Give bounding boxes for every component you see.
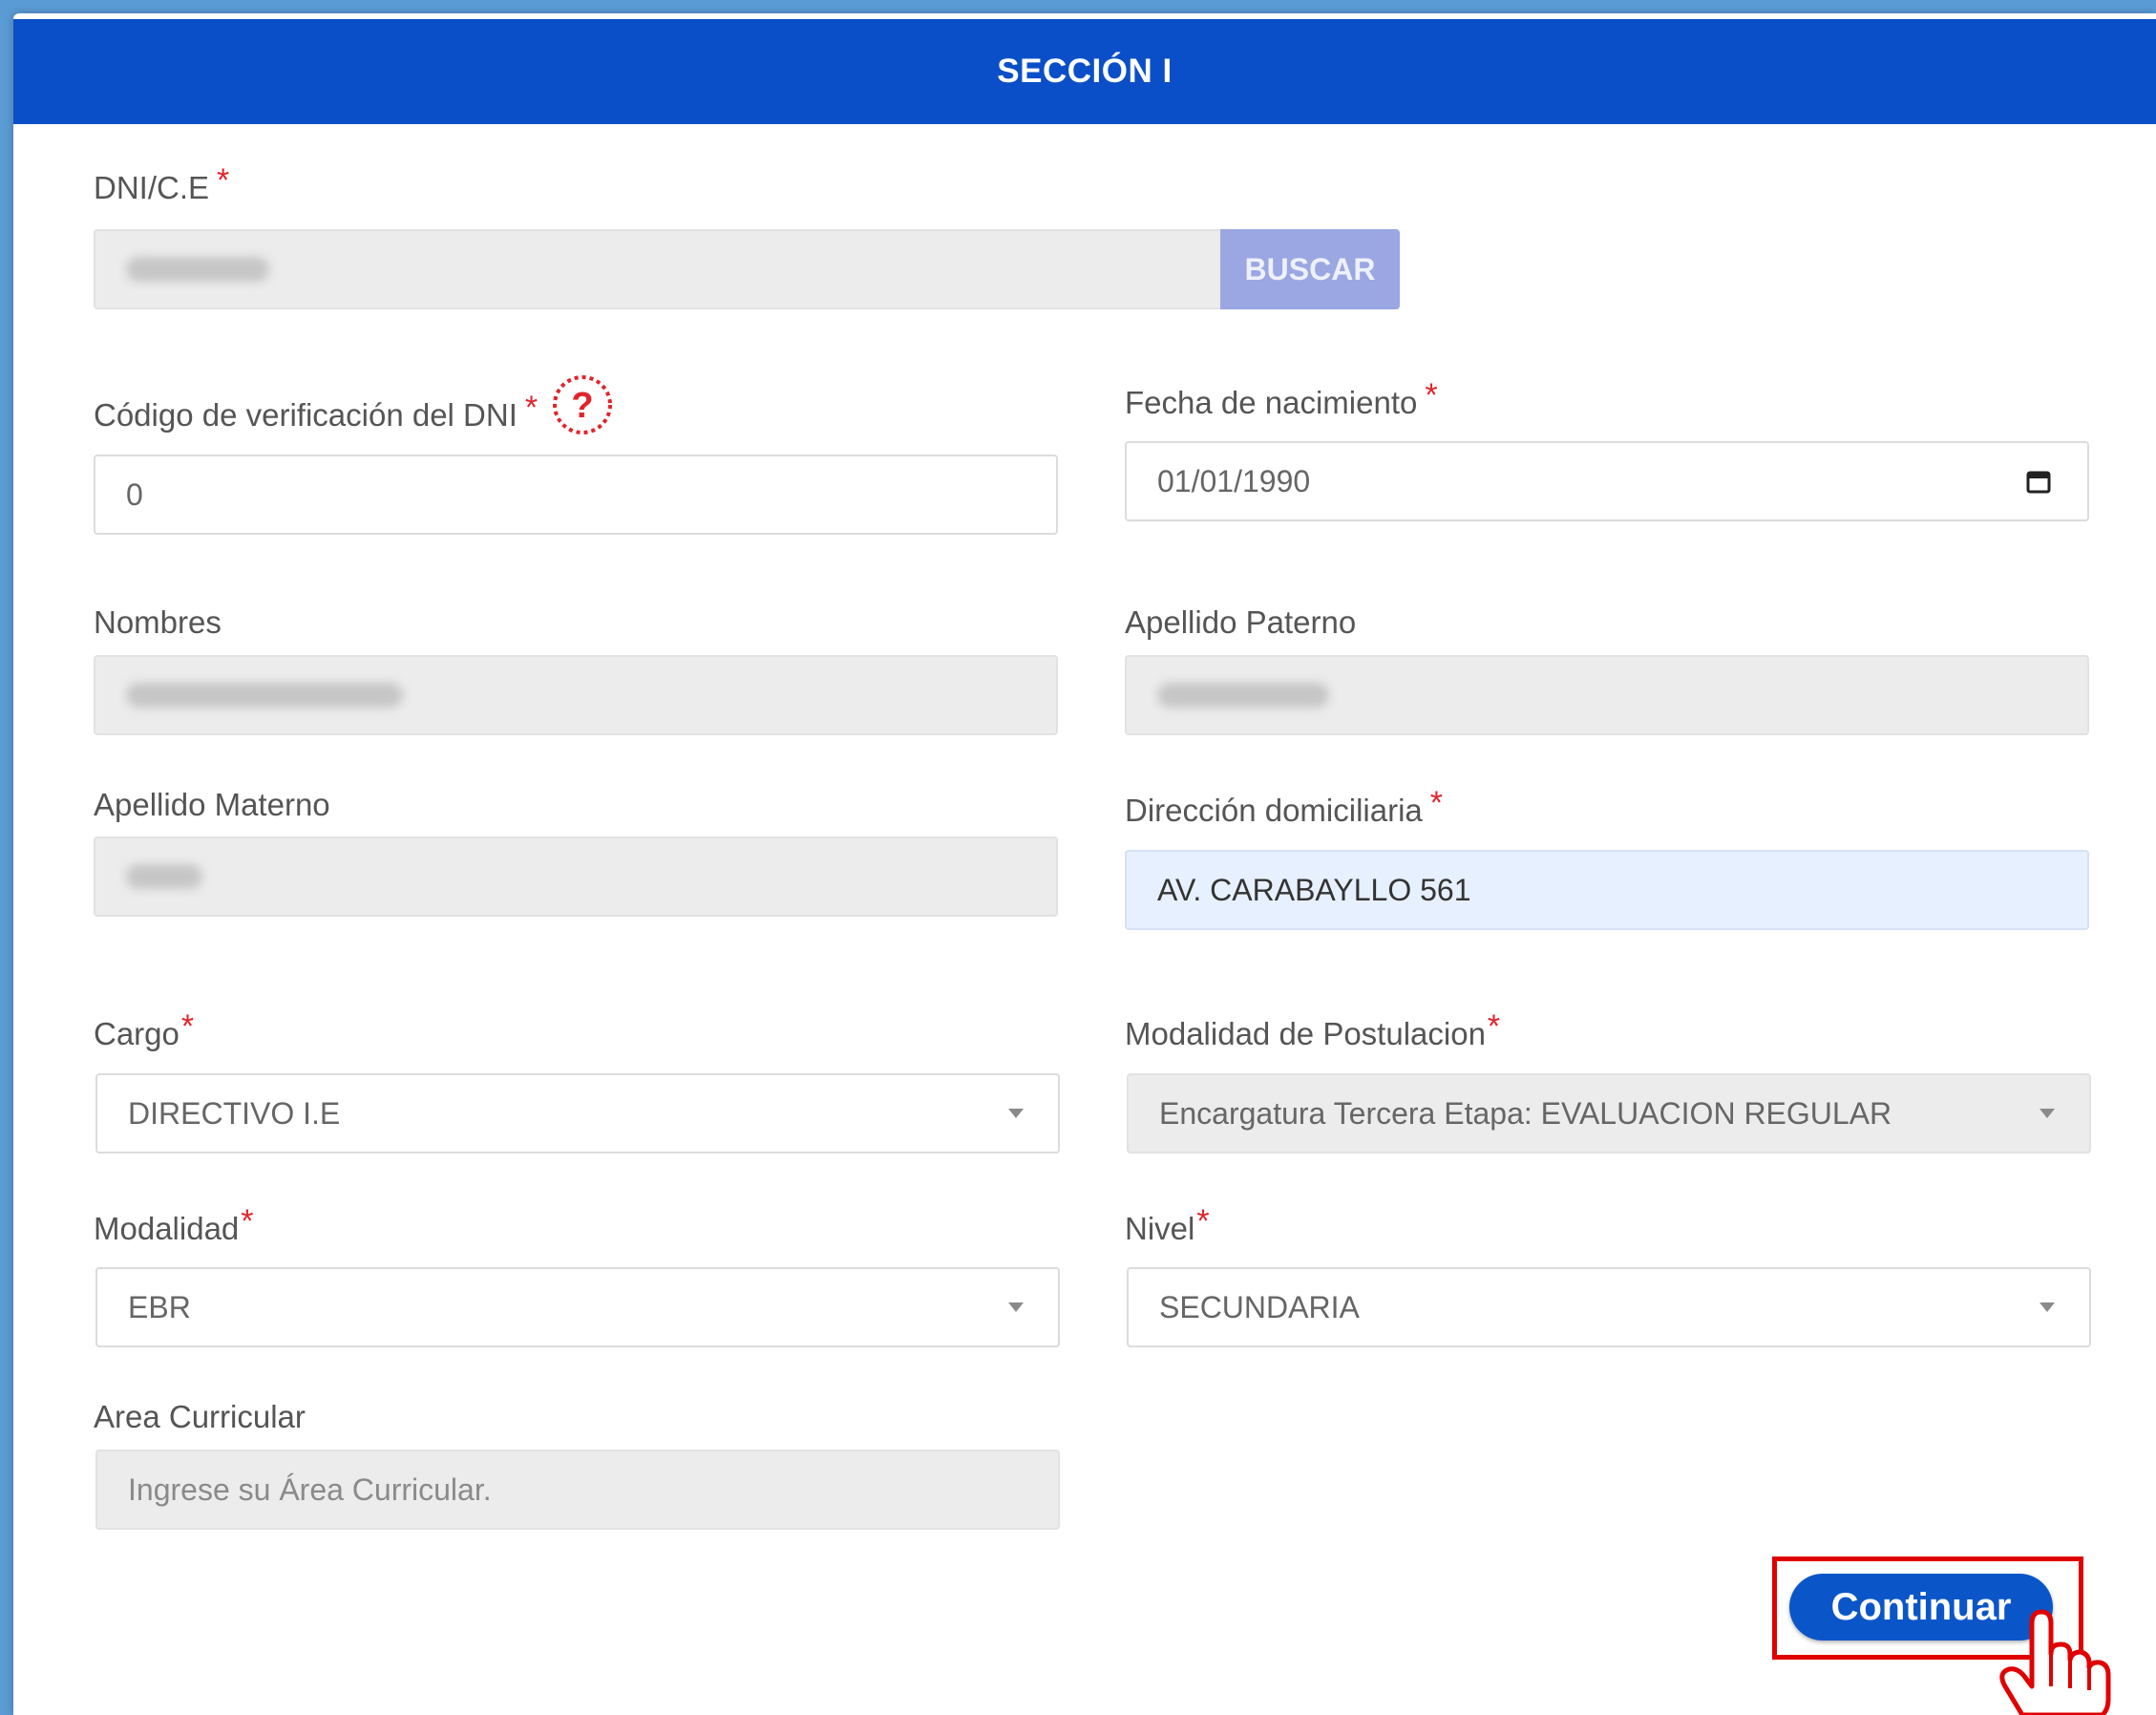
required-mark: * bbox=[1429, 785, 1443, 821]
cargo-label: Cargo* bbox=[94, 1008, 194, 1053]
required-mark: * bbox=[180, 1008, 195, 1045]
fecha-label: Fecha de nacimiento * bbox=[1125, 377, 1438, 422]
codigo-value: 0 bbox=[126, 476, 143, 512]
modalidad-select[interactable]: EBR bbox=[95, 1267, 1060, 1347]
redacted-value bbox=[1157, 683, 1329, 708]
fecha-label-text: Fecha de nacimiento bbox=[1125, 385, 1418, 420]
dni-label-text: DNI/C.E bbox=[94, 170, 210, 205]
modalidad-postulacion-value: Encargatura Tercera Etapa: EVALUACION RE… bbox=[1159, 1095, 1892, 1131]
direccion-value: AV. CARABAYLLO 561 bbox=[1157, 872, 1471, 907]
required-mark: * bbox=[1487, 1008, 1501, 1045]
nivel-label-text: Nivel bbox=[1125, 1211, 1195, 1246]
modalidad-postulacion-label-text: Modalidad de Postulacion bbox=[1125, 1016, 1486, 1051]
hand-pointer-icon bbox=[1999, 1609, 2111, 1715]
redacted-value bbox=[126, 257, 269, 282]
section-title: SECCIÓN I bbox=[997, 53, 1173, 90]
apellido-materno-label: Apellido Materno bbox=[94, 787, 330, 822]
area-input: Ingrese su Área Curricular. bbox=[95, 1450, 1060, 1530]
modalidad-label-text: Modalidad bbox=[94, 1211, 240, 1246]
chevron-down-icon bbox=[2040, 1109, 2055, 1118]
fecha-value: 01/01/1990 bbox=[1157, 463, 1311, 498]
modalidad-label: Modalidad* bbox=[94, 1203, 254, 1248]
cargo-value: DIRECTIVO I.E bbox=[128, 1095, 341, 1131]
modalidad-postulacion-select: Encargatura Tercera Etapa: EVALUACION RE… bbox=[1127, 1073, 2091, 1154]
codigo-label: Código de verificación del DNI * bbox=[94, 390, 538, 434]
chevron-down-icon bbox=[1008, 1302, 1024, 1312]
section-header: SECCIÓN I bbox=[13, 19, 2156, 124]
modalidad-postulacion-label: Modalidad de Postulacion* bbox=[1125, 1008, 1500, 1053]
direccion-label-text: Dirección domiciliaria bbox=[1125, 793, 1423, 828]
area-label: Area Curricular bbox=[94, 1399, 306, 1434]
redacted-value bbox=[126, 683, 403, 708]
direccion-input[interactable]: AV. CARABAYLLO 561 bbox=[1125, 850, 2089, 930]
cargo-select[interactable]: DIRECTIVO I.E bbox=[95, 1073, 1060, 1154]
dni-input[interactable] bbox=[94, 229, 1222, 309]
codigo-label-text: Código de verificación del DNI bbox=[94, 397, 518, 433]
required-mark: * bbox=[217, 162, 230, 199]
chevron-down-icon bbox=[2040, 1302, 2055, 1312]
calendar-icon[interactable] bbox=[2026, 469, 2051, 494]
chevron-down-icon bbox=[1008, 1109, 1024, 1118]
nivel-label: Nivel* bbox=[1125, 1203, 1210, 1248]
apellido-materno-input bbox=[94, 836, 1058, 917]
required-mark: * bbox=[1196, 1203, 1210, 1239]
required-mark: * bbox=[241, 1203, 254, 1239]
fecha-input[interactable]: 01/01/1990 bbox=[1125, 441, 2089, 521]
redacted-value bbox=[126, 864, 202, 889]
direccion-label: Dirección domiciliaria * bbox=[1125, 785, 1443, 830]
nivel-value: SECUNDARIA bbox=[1159, 1289, 1360, 1324]
modalidad-value: EBR bbox=[128, 1289, 191, 1324]
nombres-input bbox=[94, 655, 1058, 735]
required-mark: * bbox=[1425, 377, 1438, 413]
apellido-paterno-label: Apellido Paterno bbox=[1125, 604, 1357, 640]
dni-label: DNI/C.E * bbox=[94, 162, 229, 207]
svg-text:?: ? bbox=[571, 386, 593, 426]
buscar-button[interactable]: BUSCAR bbox=[1220, 229, 1400, 309]
question-circle-icon[interactable]: ? bbox=[552, 374, 613, 435]
cargo-label-text: Cargo bbox=[94, 1016, 180, 1051]
area-placeholder: Ingrese su Área Curricular. bbox=[128, 1472, 492, 1507]
apellido-paterno-input bbox=[1125, 655, 2089, 735]
required-mark: * bbox=[524, 390, 539, 426]
codigo-input[interactable]: 0 bbox=[94, 455, 1058, 535]
nombres-label: Nombres bbox=[94, 604, 222, 640]
nivel-select[interactable]: SECUNDARIA bbox=[1127, 1267, 2091, 1347]
